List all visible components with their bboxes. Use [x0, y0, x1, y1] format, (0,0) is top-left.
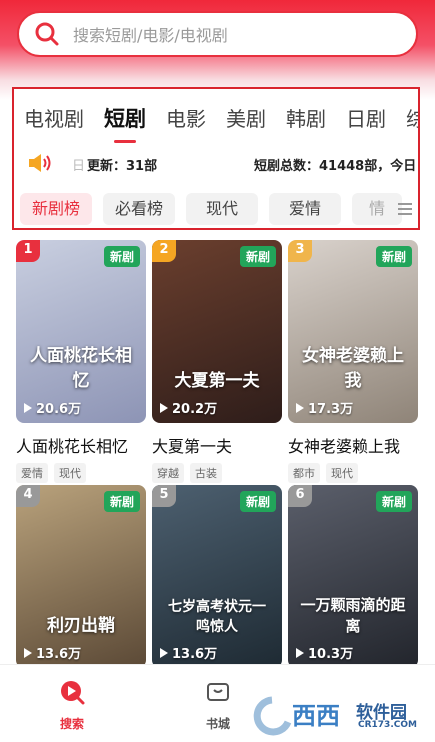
category-tabs: 电视剧 短剧 电影 美剧 韩剧 日剧 综: [24, 103, 418, 143]
drama-poster[interactable]: 利刃出鞘 4 新剧 13.6万: [16, 485, 146, 668]
play-icon: [160, 647, 168, 658]
tab-us-drama[interactable]: 美剧: [226, 103, 266, 133]
drama-poster[interactable]: 大夏第一夫 2 新剧 20.2万: [152, 240, 282, 423]
nav-search-label: 搜索: [59, 717, 84, 731]
view-count: 20.6万: [24, 398, 81, 417]
tag[interactable]: 现代: [326, 463, 358, 483]
drama-card[interactable]: 一万颗雨滴的距离 6 新剧 10.3万: [288, 485, 418, 668]
search-input[interactable]: 搜索短剧/电影/电视剧: [73, 22, 228, 46]
drama-title[interactable]: 女神老婆赖上我: [288, 433, 418, 457]
rank-badge: 2: [152, 240, 176, 262]
search-play-icon: [59, 679, 85, 705]
play-icon: [24, 402, 32, 413]
rank-badge: 6: [288, 485, 312, 507]
drama-poster[interactable]: 人面桃花长相忆 1 新剧 20.6万: [16, 240, 146, 423]
chip-must-watch-ranking[interactable]: 必看榜: [103, 193, 176, 225]
tag[interactable]: 都市: [288, 463, 320, 483]
search-bar[interactable]: 搜索短剧/电影/电视剧: [17, 11, 418, 57]
chip-modern[interactable]: 现代: [186, 193, 259, 225]
view-count: 13.6万: [160, 643, 217, 662]
new-badge: 新剧: [103, 246, 140, 267]
new-badge: 新剧: [103, 491, 140, 512]
drama-card[interactable]: 七岁高考状元一鸣惊人 5 新剧 13.6万: [152, 485, 282, 668]
tab-short-drama[interactable]: 短剧: [104, 103, 146, 143]
tag[interactable]: 爱情: [16, 463, 48, 483]
drama-tags: 都市 现代: [288, 463, 418, 483]
watermark-brand: 西西: [292, 702, 340, 730]
chip-romance[interactable]: 爱情: [269, 193, 342, 225]
drama-title[interactable]: 大夏第一夫: [152, 433, 282, 457]
rank-badge: 4: [16, 485, 40, 507]
stats-bar: 日更新：31部 短剧总数：41448部，今日: [22, 151, 418, 177]
drama-title[interactable]: 人面桃花长相忆: [16, 433, 146, 457]
poster-title: 一万颗雨滴的距离: [300, 596, 406, 635]
tab-k-drama[interactable]: 韩剧: [286, 103, 326, 133]
rank-badge: 3: [288, 240, 312, 262]
tab-j-drama[interactable]: 日剧: [346, 103, 386, 133]
tab-tv-series[interactable]: 电视剧: [24, 103, 84, 133]
nav-search[interactable]: 搜索: [42, 679, 102, 732]
new-badge: 新剧: [239, 246, 276, 267]
total-count: 短剧总数：41448部，今日: [254, 159, 417, 174]
active-tab-indicator: [114, 140, 136, 143]
tag[interactable]: 古装: [190, 463, 222, 483]
poster-title: 大夏第一夫: [174, 371, 260, 391]
ranking-chips: 新剧榜 必看榜 现代 爱情 情: [20, 193, 413, 225]
poster-title: 女神老婆赖上我: [302, 346, 404, 391]
drama-poster[interactable]: 一万颗雨滴的距离 6 新剧 10.3万: [288, 485, 418, 668]
new-badge: 新剧: [375, 491, 412, 512]
nav-bookstore-label: 书城: [205, 717, 230, 731]
tag[interactable]: 现代: [54, 463, 86, 483]
drama-card[interactable]: 大夏第一夫 2 新剧 20.2万 大夏第一夫 穿越 古装: [152, 240, 282, 483]
play-icon: [296, 647, 304, 658]
drama-card[interactable]: 女神老婆赖上我 3 新剧 17.3万 女神老婆赖上我 都市 现代: [288, 240, 418, 483]
tag[interactable]: 穿越: [152, 463, 184, 483]
rank-badge: 1: [16, 240, 40, 262]
rank-badge: 5: [152, 485, 176, 507]
category-panel: 电视剧 短剧 电影 美剧 韩剧 日剧 综 日更新：31部 短剧总数：41448部…: [12, 87, 420, 230]
tab-movie[interactable]: 电影: [166, 103, 206, 133]
drama-card[interactable]: 利刃出鞘 4 新剧 13.6万: [16, 485, 146, 668]
drama-poster[interactable]: 七岁高考状元一鸣惊人 5 新剧 13.6万: [152, 485, 282, 668]
nav-bookstore[interactable]: 书城: [188, 679, 248, 732]
play-icon: [160, 402, 168, 413]
poster-title: 人面桃花长相忆: [30, 346, 132, 391]
speaker-icon: [26, 151, 51, 175]
play-icon: [24, 647, 32, 658]
play-icon: [296, 402, 304, 413]
chip-more[interactable]: 情: [352, 193, 403, 225]
watermark-logo: 西西 软件园 CR173.COM: [248, 694, 420, 736]
new-badge: 新剧: [375, 246, 412, 267]
drama-poster[interactable]: 女神老婆赖上我 3 新剧 17.3万: [288, 240, 418, 423]
drama-tags: 穿越 古装: [152, 463, 282, 483]
update-count: 日更新：31部: [72, 159, 158, 174]
view-count: 20.2万: [160, 398, 217, 417]
tab-variety[interactable]: 综: [406, 103, 418, 133]
poster-title: 七岁高考状元一鸣惊人: [168, 599, 266, 635]
view-count: 13.6万: [24, 643, 81, 662]
view-count: 10.3万: [296, 643, 353, 662]
view-count: 17.3万: [296, 398, 353, 417]
new-badge: 新剧: [239, 491, 276, 512]
watermark-url: CR173.COM: [358, 720, 417, 730]
chip-new-drama-ranking[interactable]: 新剧榜: [20, 193, 93, 225]
search-icon: [33, 20, 61, 48]
poster-title: 利刃出鞘: [47, 616, 115, 636]
drama-tags: 爱情 现代: [16, 463, 146, 483]
drama-card[interactable]: 人面桃花长相忆 1 新剧 20.6万 人面桃花长相忆 爱情 现代: [16, 240, 146, 483]
menu-icon[interactable]: [398, 203, 412, 215]
book-icon: [205, 679, 231, 705]
